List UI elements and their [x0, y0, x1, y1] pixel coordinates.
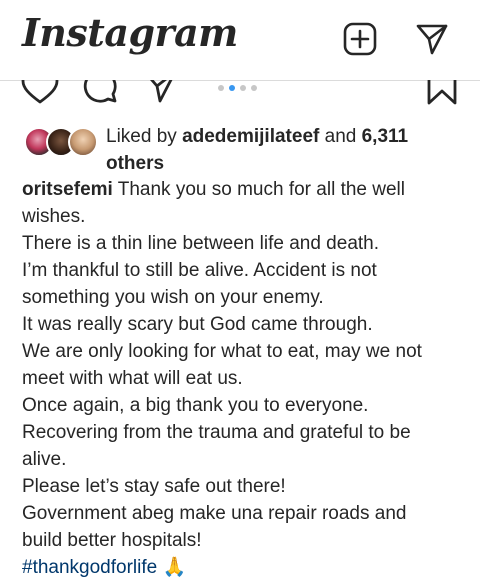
likes-others[interactable]: others [106, 153, 164, 174]
heart-icon[interactable] [21, 80, 59, 110]
carousel-dot [251, 85, 257, 91]
caption-username[interactable]: oritsefemi [22, 179, 113, 200]
comment-icon[interactable] [82, 80, 118, 109]
caption-line: Once again, a big thank you to everyone. [22, 395, 369, 416]
share-icon[interactable] [142, 80, 178, 109]
bookmark-icon[interactable] [427, 80, 457, 110]
caption-line: It was really scary but God came through… [22, 314, 373, 335]
caption-line: Recovering from the trauma and grateful … [22, 422, 411, 443]
likes-count[interactable]: 6,311 [362, 126, 409, 147]
liker-avatars[interactable] [24, 123, 100, 157]
caption-line: build better hospitals! [22, 530, 202, 551]
paper-plane-icon[interactable] [413, 20, 451, 58]
pray-emoji-icon: 🙏 [162, 557, 187, 578]
caption-line: Thank you so much for all the well [112, 179, 405, 200]
caption-line: Please let’s stay safe out there! [22, 476, 286, 497]
post-caption: oritsefemi Thank you so much for all the… [22, 176, 467, 581]
caption-line: Government abeg make una repair roads an… [22, 503, 407, 524]
likes-conjunction: and [324, 126, 357, 147]
carousel-indicator [218, 85, 257, 91]
plus-square-icon[interactable] [341, 20, 379, 58]
caption-line: We are only looking for what to eat, may… [22, 341, 422, 362]
avatar [68, 127, 98, 157]
instagram-logo[interactable]: Instagram [22, 10, 238, 55]
caption-line: I’m thankful to still be alive. Accident… [22, 260, 377, 281]
liker-username[interactable]: adedemijilateef [182, 126, 319, 147]
caption-line: alive. [22, 449, 67, 470]
likes-prefix: Liked by [106, 126, 177, 147]
caption-line: something you wish on your enemy. [22, 287, 324, 308]
carousel-dot [218, 85, 224, 91]
caption-line: wishes. [22, 206, 86, 227]
caption-line: meet with what will eat us. [22, 368, 243, 389]
carousel-dot [240, 85, 246, 91]
post-action-bar [0, 80, 480, 110]
likes-summary: Liked by adedemijilateef and 6,311 other… [24, 123, 464, 177]
hashtag-link[interactable]: #thankgodforlife [22, 557, 157, 578]
caption-line: There is a thin line between life and de… [22, 233, 380, 254]
likes-text[interactable]: Liked by adedemijilateef and 6,311 other… [106, 123, 446, 177]
carousel-dot-active [229, 85, 235, 91]
top-bar: Instagram [0, 0, 480, 81]
